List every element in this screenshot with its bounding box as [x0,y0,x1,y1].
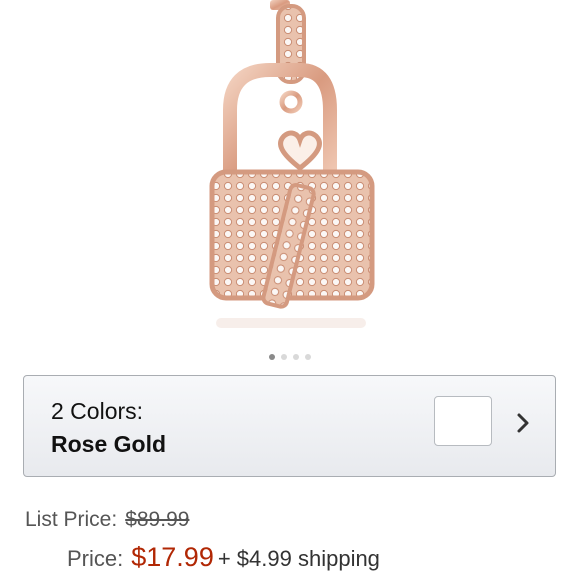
color-selector-button[interactable]: 2 Colors: Rose Gold [23,375,556,477]
price-label: Price: [67,546,124,571]
price-row: Price: $17.99 + $4.99 shipping [67,542,380,573]
selected-color-label: Rose Gold [51,431,167,457]
product-image[interactable] [150,0,430,345]
carousel-dot-2[interactable] [281,354,287,360]
image-carousel-dots[interactable] [0,352,580,362]
carousel-dot-3[interactable] [293,354,299,360]
color-swatch[interactable] [434,396,492,446]
list-price-row: List Price: $89.99 [25,508,189,532]
list-price-label: List Price: [25,508,118,531]
price-value: $17.99 [131,542,214,572]
list-price-value: $89.99 [125,508,190,531]
chevron-right-icon [517,413,529,433]
carousel-dot-1[interactable] [269,354,275,360]
carousel-dot-4[interactable] [305,354,311,360]
color-count-label: 2 Colors: [51,398,144,424]
shipping-cost: + $4.99 shipping [217,546,380,571]
